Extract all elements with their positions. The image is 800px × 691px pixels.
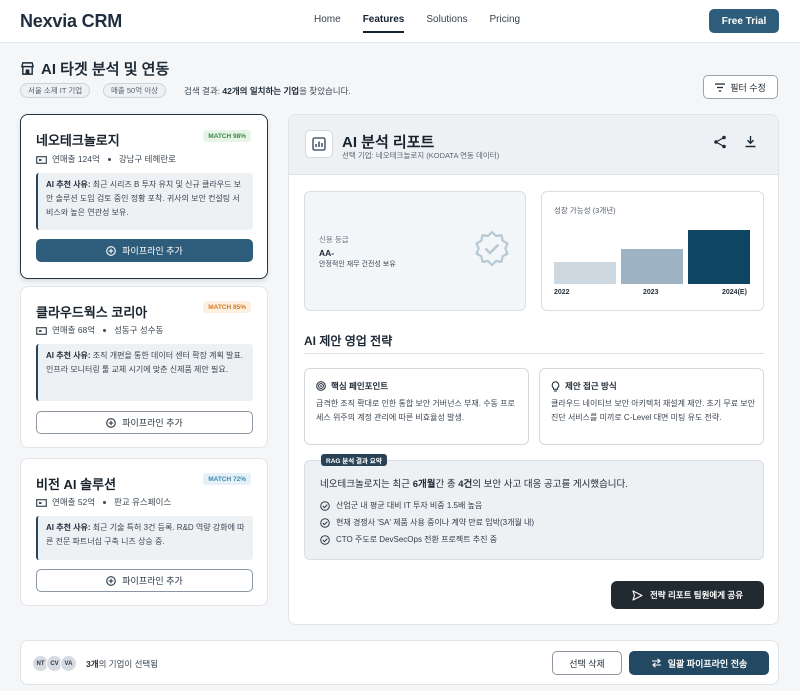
delete-selection-button[interactable]: 선택 삭제 [552, 651, 622, 675]
pain-title: 핵심 페인포인트 [331, 381, 389, 391]
shop-icon [20, 62, 35, 75]
swap-icon [651, 658, 661, 668]
building-icon [36, 498, 47, 507]
rag-tag: RAG 분석 결과 요약 [321, 454, 387, 466]
add-pipeline-button[interactable]: 파이프라인 추가 [36, 569, 253, 592]
chart-bar-2 [688, 230, 750, 284]
nav-solutions[interactable]: Solutions [426, 14, 467, 33]
ai-reason-box: AI 추천 사유: 최근 시리즈 B 투자 유치 및 신규 클라우드 보안 솔루… [36, 173, 253, 230]
add-pipeline-button[interactable]: 파이프라인 추가 [36, 239, 253, 262]
plus-circle-icon [106, 417, 117, 428]
search-result-text: 검색 결과: 42개의 일치하는 기업을 찾았습니다. [184, 86, 351, 96]
credit-label: 신용 등급 [319, 235, 349, 244]
ai-report-panel: AI 분석 리포트 선택 기업: 네오테크놀로지 (KODATA 연동 데이터)… [288, 114, 779, 625]
chart-bar-1 [621, 249, 683, 284]
add-pipeline-button[interactable]: 파이프라인 추가 [36, 411, 253, 434]
rag-summary-box: RAG 분석 결과 요약 네오테크놀로지는 최근 6개월간 총 4건의 보안 사… [304, 454, 764, 560]
company-meta: 연매출 124억 강남구 테헤란로 [36, 153, 176, 165]
company-card-neotech[interactable]: 네오테크놀로지 MATCH 98% 연매출 124억 강남구 테헤란로 AI 추… [20, 114, 268, 279]
filter-chip-location[interactable]: 서울 소재 IT 기업 [20, 83, 91, 98]
report-title: AI 분석 리포트 [342, 134, 435, 151]
ai-reason-box: AI 추천 사유: 최근 기술 특허 3건 등록. R&D 역량 강화에 따른 … [36, 516, 253, 560]
strategy-section-title: AI 제안 영업 전략 [304, 334, 393, 348]
app-logo[interactable]: Nexvia CRM [20, 11, 122, 32]
approach-body: 클라우드 네이티브 보안 아키텍처 재설계 제안. 초기 무료 보안 진단 서비… [551, 399, 756, 422]
chart-x-label-1: 2023 [643, 289, 659, 296]
free-trial-button[interactable]: Free Trial [709, 9, 779, 33]
match-badge: MATCH 98% [203, 130, 251, 142]
lightbulb-icon [551, 380, 560, 391]
rag-item: 산업군 내 평균 대비 IT 투자 비중 1.5배 높음 [320, 500, 482, 511]
plus-circle-icon [106, 575, 117, 586]
chart-x-label-0: 2022 [554, 289, 570, 296]
send-icon [632, 589, 643, 601]
avatar: VA [60, 655, 77, 672]
growth-chart-box: 성장 가능성 (3개년) 2022 2023 2024(E) [541, 191, 764, 311]
selection-bar: NT CV VA 3개의 기업이 선택됨 선택 삭제 일괄 파이프라인 전송 [20, 640, 779, 685]
credit-desc: 안정적인 재무 건전성 보유 [319, 261, 396, 268]
filter-icon [715, 82, 726, 92]
rag-item: CTO 주도로 DevSecOps 전환 프로젝트 추진 중 [320, 534, 497, 545]
nav-pricing[interactable]: Pricing [490, 14, 521, 33]
edit-filter-button[interactable]: 필터 수정 [703, 75, 778, 99]
match-badge: MATCH 85% [203, 301, 251, 313]
selected-count: 3개의 기업이 선택됨 [86, 659, 159, 669]
rag-headline: 네오테크놀로지는 최근 6개월간 총 4건의 보안 사고 대응 공고를 게시했습… [320, 479, 628, 490]
report-chart-icon [305, 130, 333, 158]
check-circle-icon [320, 517, 330, 528]
nav-features[interactable]: Features [362, 14, 405, 33]
company-meta: 연매출 68억 성동구 성수동 [36, 324, 163, 336]
bulk-pipeline-button[interactable]: 일괄 파이프라인 전송 [629, 651, 769, 675]
download-icon[interactable] [744, 135, 757, 148]
approach-title: 제안 접근 방식 [565, 381, 617, 391]
company-name: 비전 AI 솔루션 [36, 477, 117, 492]
building-icon [36, 326, 47, 335]
approach-card: 제안 접근 방식 클라우드 네이티브 보안 아키텍처 재설계 제안. 초기 무료… [539, 368, 764, 445]
company-meta: 연매출 52억 판교 유스페이스 [36, 496, 171, 508]
verified-badge-icon [475, 230, 509, 267]
match-badge: MATCH 72% [203, 473, 251, 485]
share-report-button[interactable]: 전략 리포트 팀원에게 공유 [611, 581, 764, 609]
rag-item: 현재 경쟁사 'SA' 제품 사용 중이나 계약 만료 임박(3개월 내) [320, 517, 534, 528]
page-title-row: AI 타겟 분석 및 연동 [20, 58, 169, 79]
chart-bar-0 [554, 262, 616, 284]
credit-rating-box: 신용 등급 AA- 안정적인 재무 건전성 보유 [304, 191, 526, 311]
chart-x-label-2: 2024(E) [722, 289, 747, 296]
nav-home[interactable]: Home [314, 14, 341, 33]
company-card-cloudworks[interactable]: 클라우드웍스 코리아 MATCH 85% 연매출 68억 성동구 성수동 AI … [20, 286, 268, 448]
building-icon [36, 155, 47, 164]
filter-chip-revenue[interactable]: 매출 50억 이상 [103, 83, 167, 98]
check-circle-icon [320, 500, 330, 511]
check-circle-icon [320, 534, 330, 545]
pain-point-card: 핵심 페인포인트 급격한 조직 확대로 인한 통합 보안 거버넌스 부재. 수동… [304, 368, 529, 445]
report-subtitle: 선택 기업: 네오테크놀로지 (KODATA 연동 데이터) [342, 151, 500, 160]
company-name: 네오테크놀로지 [36, 133, 120, 148]
page-title: AI 타겟 분석 및 연동 [41, 61, 170, 78]
chart-title: 성장 가능성 (3개년) [554, 206, 616, 215]
report-header: AI 분석 리포트 선택 기업: 네오테크놀로지 (KODATA 연동 데이터) [289, 115, 778, 175]
ai-reason-box: AI 추천 사유: 조직 개편을 통한 데이터 센터 확장 계획 발표. 인프라… [36, 344, 253, 401]
company-card-vision-ai[interactable]: 비전 AI 솔루션 MATCH 72% 연매출 52억 판교 유스페이스 AI … [20, 458, 268, 606]
section-divider [304, 353, 764, 354]
share-icon[interactable] [713, 135, 727, 149]
credit-value: AA- [319, 248, 335, 258]
main-nav: Home Features Solutions Pricing [314, 14, 542, 33]
target-icon [316, 381, 326, 391]
pain-body: 급격한 조직 확대로 인한 통합 보안 거버넌스 부재. 수동 프로세스 위주의… [316, 399, 515, 422]
top-header: Nexvia CRM Home Features Solutions Prici… [0, 0, 800, 43]
plus-circle-icon [106, 245, 117, 256]
company-name: 클라우드웍스 코리아 [36, 305, 148, 320]
